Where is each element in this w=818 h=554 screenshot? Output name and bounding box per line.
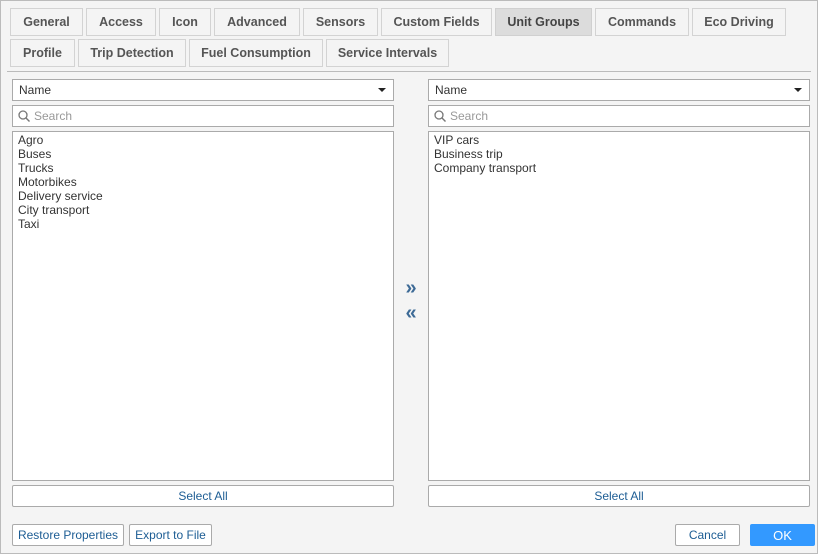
right-search-placeholder: Search — [450, 109, 489, 123]
left-sort-value: Name — [19, 83, 52, 97]
chevron-down-icon — [794, 88, 802, 92]
ok-button[interactable]: OK — [750, 524, 815, 546]
chevron-down-icon — [378, 88, 386, 92]
cancel-button[interactable]: Cancel — [675, 524, 740, 546]
tab-sensors[interactable]: Sensors — [303, 8, 378, 36]
restore-properties-button[interactable]: Restore Properties — [12, 524, 124, 546]
export-to-file-button[interactable]: Export to File — [129, 524, 212, 546]
tabs-divider — [7, 71, 811, 72]
search-icon — [434, 110, 446, 122]
list-item[interactable]: City transport — [18, 203, 388, 217]
tab-service-intervals[interactable]: Service Intervals — [326, 39, 449, 67]
tab-trip-detection[interactable]: Trip Detection — [78, 39, 186, 67]
tab-access[interactable]: Access — [86, 8, 156, 36]
list-item[interactable]: Company transport — [434, 161, 804, 175]
left-search-placeholder: Search — [34, 109, 73, 123]
search-icon — [18, 110, 30, 122]
move-left-button[interactable]: « — [403, 303, 419, 323]
tab-commands[interactable]: Commands — [595, 8, 689, 36]
list-item[interactable]: VIP cars — [434, 133, 804, 147]
left-sort-select[interactable]: Name — [12, 79, 394, 101]
right-search-input[interactable]: Search — [428, 105, 810, 127]
list-item[interactable]: Motorbikes — [18, 175, 388, 189]
list-item[interactable]: Taxi — [18, 217, 388, 231]
list-item[interactable]: Trucks — [18, 161, 388, 175]
tab-eco-driving[interactable]: Eco Driving — [692, 8, 786, 36]
right-sort-select[interactable]: Name — [428, 79, 810, 101]
tab-icon[interactable]: Icon — [159, 8, 211, 36]
left-search-input[interactable]: Search — [12, 105, 394, 127]
left-group-list[interactable]: Agro Buses Trucks Motorbikes Delivery se… — [12, 131, 394, 481]
move-right-button[interactable]: » — [403, 278, 419, 298]
list-item[interactable]: Buses — [18, 147, 388, 161]
tab-general[interactable]: General — [10, 8, 83, 36]
left-select-all-button[interactable]: Select All — [12, 485, 394, 507]
list-item[interactable]: Agro — [18, 133, 388, 147]
list-item[interactable]: Delivery service — [18, 189, 388, 203]
list-item[interactable]: Business trip — [434, 147, 804, 161]
tab-custom-fields[interactable]: Custom Fields — [381, 8, 492, 36]
right-sort-value: Name — [435, 83, 468, 97]
right-select-all-button[interactable]: Select All — [428, 485, 810, 507]
right-group-list[interactable]: VIP cars Business trip Company transport — [428, 131, 810, 481]
tab-unit-groups[interactable]: Unit Groups — [495, 8, 592, 36]
tab-advanced[interactable]: Advanced — [214, 8, 300, 36]
tab-profile[interactable]: Profile — [10, 39, 75, 67]
tab-fuel-consumption[interactable]: Fuel Consumption — [189, 39, 323, 67]
